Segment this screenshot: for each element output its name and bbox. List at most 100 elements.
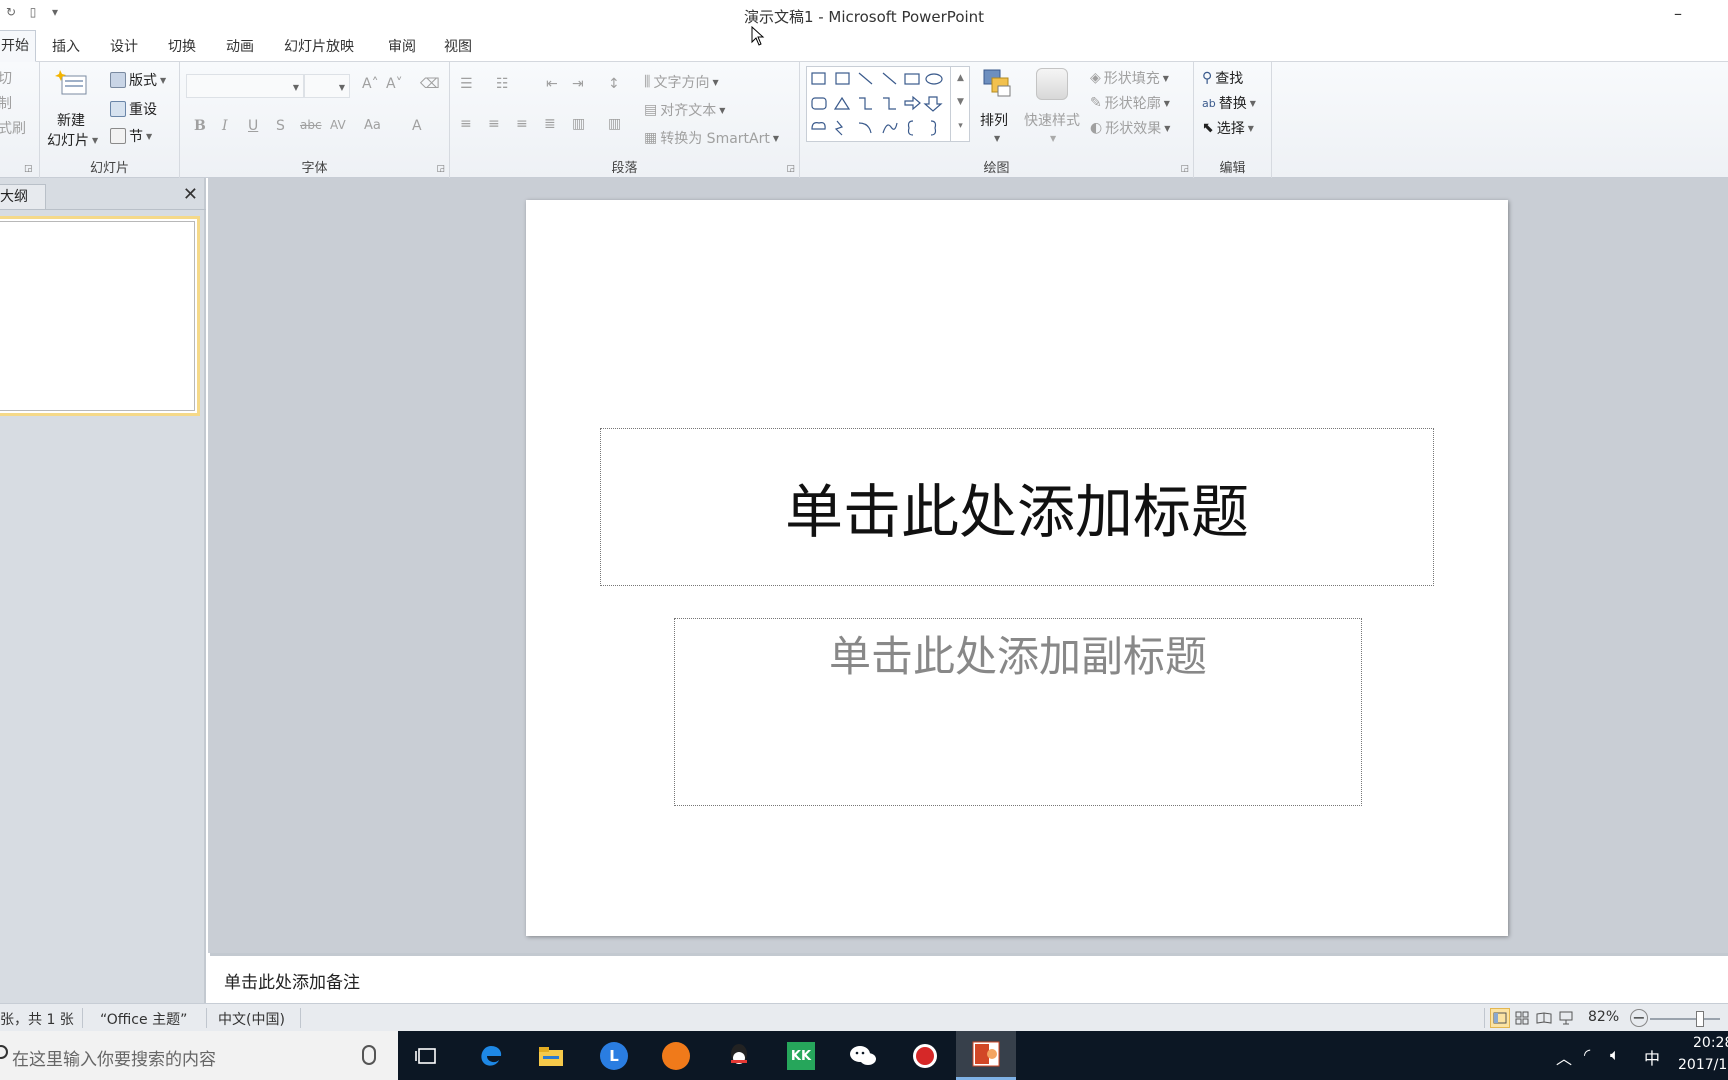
- italic-button[interactable]: I: [222, 118, 228, 134]
- tab-slideshow[interactable]: 幻灯片放映: [278, 36, 360, 60]
- task-view-icon[interactable]: [410, 1039, 444, 1073]
- reset-button[interactable]: 重设: [110, 99, 157, 119]
- format-painter-button[interactable]: 式刷: [0, 118, 26, 138]
- group-label-editing: 编辑: [1219, 161, 1246, 176]
- shadow-button[interactable]: S: [276, 118, 285, 134]
- edge-browser-icon[interactable]: [474, 1039, 508, 1073]
- tab-insert[interactable]: 插入: [46, 36, 86, 60]
- close-icon[interactable]: ✕: [183, 184, 198, 205]
- tray-chevron-up-icon[interactable]: ︿: [1556, 1045, 1572, 1069]
- microphone-icon[interactable]: [362, 1045, 376, 1065]
- convert-smartart-button[interactable]: ▦ 转换为 SmartArt ▼: [644, 128, 779, 148]
- taskbar-search-box[interactable]: 在这里输入你要搜索的内容: [0, 1031, 398, 1080]
- zoom-out-icon[interactable]: −: [1630, 1009, 1648, 1027]
- shapes-gallery[interactable]: [806, 66, 970, 142]
- tab-transitions[interactable]: 切换: [162, 36, 202, 60]
- align-text-button[interactable]: ▤ 对齐文本 ▼: [644, 100, 725, 120]
- tab-home[interactable]: 开始: [0, 30, 36, 62]
- bullets-icon[interactable]: ☰: [460, 76, 473, 92]
- reading-view-icon[interactable]: [1534, 1008, 1554, 1028]
- slide-canvas[interactable]: 单击此处添加标题 单击此处添加副标题: [526, 200, 1508, 936]
- theme-name[interactable]: “Office 主题”: [100, 1009, 187, 1029]
- kk-app-icon[interactable]: KK: [784, 1039, 818, 1073]
- clock-date[interactable]: 2017/1: [1678, 1057, 1727, 1073]
- language[interactable]: 中文(中国): [218, 1009, 285, 1029]
- zoom-slider[interactable]: [1650, 1018, 1720, 1020]
- dialog-launcher-icon[interactable]: ◲: [1180, 164, 1189, 174]
- app-l-icon[interactable]: L: [597, 1039, 631, 1073]
- shape-effects-button[interactable]: ◐ 形状效果 ▼: [1090, 118, 1170, 138]
- powerpoint-taskbar-icon[interactable]: [956, 1031, 1016, 1080]
- grow-font-button[interactable]: A˄: [362, 76, 379, 92]
- find-button[interactable]: ⚲ 查找: [1202, 68, 1243, 88]
- slide-sorter-icon[interactable]: [1512, 1008, 1532, 1028]
- tab-review[interactable]: 审阅: [382, 36, 422, 60]
- screen-recorder-icon[interactable]: [908, 1039, 942, 1073]
- shape-fill-button[interactable]: ◈ 形状填充 ▼: [1090, 68, 1169, 88]
- line-spacing-icon[interactable]: ↕: [608, 76, 620, 92]
- tab-design[interactable]: 设计: [104, 36, 144, 60]
- slide-thumbnail[interactable]: [0, 216, 200, 416]
- align-center-icon[interactable]: ≡: [488, 116, 500, 132]
- dialog-launcher-icon[interactable]: ◲: [786, 164, 795, 174]
- notes-pane[interactable]: 单击此处添加备注: [210, 953, 1728, 1003]
- tab-outline[interactable]: 大纲: [0, 184, 46, 210]
- strikethrough-button[interactable]: abc: [300, 118, 322, 132]
- zoom-slider-handle[interactable]: [1696, 1011, 1704, 1027]
- qq-icon[interactable]: [722, 1039, 756, 1073]
- numbering-icon[interactable]: ☷: [496, 76, 509, 92]
- font-name-dropdown[interactable]: ▼: [186, 74, 304, 98]
- volume-icon[interactable]: 🔈︎: [1610, 1045, 1620, 1065]
- columns-icon[interactable]: ▥: [608, 116, 621, 132]
- dialog-launcher-icon[interactable]: ◲: [24, 164, 33, 174]
- text-direction-button[interactable]: ⫼ 文字方向 ▼: [644, 72, 719, 92]
- arrange-label[interactable]: 排列: [980, 110, 1008, 130]
- convert-smartart-label: 转换为 SmartArt: [660, 131, 770, 147]
- clear-format-icon[interactable]: ⌫: [420, 76, 440, 92]
- copy-button[interactable]: 制: [0, 93, 12, 113]
- section-button[interactable]: 节 ▼: [110, 126, 152, 146]
- align-left-icon[interactable]: ≡: [460, 116, 472, 132]
- wechat-icon[interactable]: [846, 1039, 880, 1073]
- zoom-level[interactable]: 82%: [1588, 1009, 1619, 1025]
- new-slide-icon[interactable]: [54, 68, 90, 104]
- network-icon[interactable]: ◜: [1584, 1045, 1590, 1064]
- select-button[interactable]: ⬉ 选择 ▼: [1202, 118, 1254, 138]
- clock-time[interactable]: 20:28: [1693, 1035, 1728, 1051]
- distributed-icon[interactable]: ▥: [572, 116, 585, 132]
- quick-styles-label[interactable]: 快速样式: [1024, 110, 1080, 130]
- quick-styles-icon[interactable]: [1036, 68, 1068, 100]
- input-method[interactable]: 中: [1644, 1045, 1660, 1069]
- character-spacing-button[interactable]: AV: [330, 118, 346, 132]
- shrink-font-button[interactable]: A˅: [386, 76, 403, 92]
- cut-button[interactable]: 切: [0, 68, 12, 88]
- normal-view-icon[interactable]: [1490, 1008, 1510, 1028]
- layout-button[interactable]: 版式 ▼: [110, 70, 166, 90]
- new-slide-label-2[interactable]: 幻灯片 ▼: [47, 130, 98, 150]
- tab-view[interactable]: 视图: [438, 36, 478, 60]
- title-placeholder[interactable]: 单击此处添加标题: [600, 428, 1434, 586]
- increase-indent-icon[interactable]: ⇥: [572, 76, 584, 92]
- change-case-button[interactable]: Aa: [364, 118, 381, 133]
- media-player-icon[interactable]: [659, 1039, 693, 1073]
- file-explorer-icon[interactable]: [534, 1039, 568, 1073]
- subtitle-placeholder[interactable]: 单击此处添加副标题: [674, 618, 1362, 806]
- font-color-button[interactable]: A: [412, 118, 422, 134]
- underline-button[interactable]: U: [248, 118, 258, 134]
- replace-button[interactable]: ab 替换 ▼: [1202, 93, 1256, 113]
- tab-animations[interactable]: 动画: [220, 36, 260, 60]
- justify-icon[interactable]: ≣: [544, 116, 556, 132]
- layout-label: 版式: [129, 73, 157, 89]
- arrange-icon[interactable]: [980, 66, 1016, 102]
- align-right-icon[interactable]: ≡: [516, 116, 528, 132]
- new-slide-label-1[interactable]: 新建: [57, 110, 85, 130]
- minimize-button[interactable]: –: [1668, 4, 1688, 24]
- shape-outline-button[interactable]: ✎ 形状轮廓 ▼: [1090, 93, 1170, 113]
- bold-button[interactable]: B: [194, 118, 206, 134]
- gallery-scroll[interactable]: ▲ ▼ ▾: [950, 66, 970, 142]
- slideshow-view-icon[interactable]: [1556, 1008, 1576, 1028]
- title-bar: ↻ ▯ ▾ 演示文稿1 - Microsoft PowerPoint –: [0, 0, 1728, 30]
- decrease-indent-icon[interactable]: ⇤: [546, 76, 558, 92]
- font-size-dropdown[interactable]: ▼: [304, 74, 350, 98]
- dialog-launcher-icon[interactable]: ◲: [436, 164, 445, 174]
